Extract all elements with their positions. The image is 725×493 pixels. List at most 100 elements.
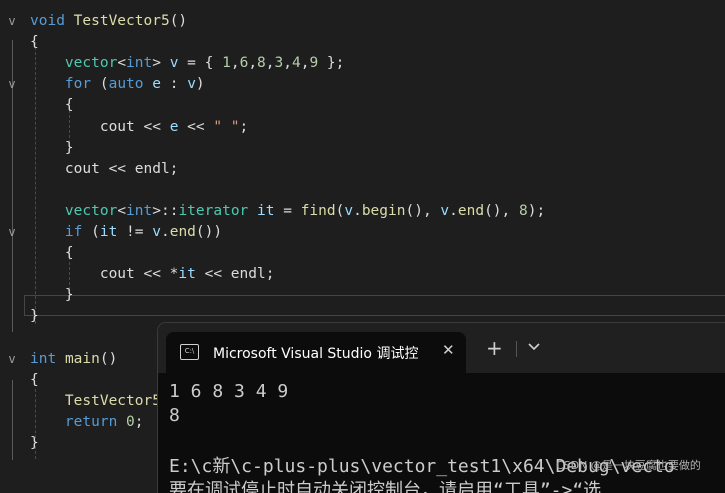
code-token: 0 [126,413,135,430]
fold-toggle-icon[interactable] [0,201,24,222]
code-text: } [30,433,39,454]
code-line[interactable]: vector<int>::iterator it = find(v.begin(… [0,201,725,222]
fold-toggle-icon[interactable] [0,412,24,433]
code-token: vector [64,202,118,219]
code-token: () [99,350,118,367]
code-token: (), [405,202,441,219]
code-text: int main() [30,349,117,370]
code-line[interactable]: { [0,32,725,53]
code-token: v [344,202,354,219]
code-token: e [152,76,161,93]
watermark: CSDN @是一块豆腐也要做的 [556,459,701,472]
code-text: vector<int>::iterator it = find(v.begin(… [30,201,545,222]
code-token: if [64,224,83,240]
fold-toggle-icon[interactable] [0,138,24,159]
fold-toggle-icon[interactable] [0,95,24,116]
code-line[interactable]: { [0,95,725,116]
code-text: { [30,243,74,264]
code-token: 3 [274,55,284,72]
code-line[interactable]: v if (it != v.end()) [0,222,725,243]
code-token: ); [527,202,546,219]
output-line: 1 6 8 3 4 9 [169,381,289,402]
code-token: ; [239,118,249,135]
terminal-tab[interactable]: C:\ Microsoft Visual Studio 调试控 ✕ [166,332,466,373]
fold-toggle-icon[interactable] [0,328,24,349]
code-token: 4 [291,55,301,72]
code-line[interactable]: cout << e << " "; [0,117,725,138]
code-token: . [160,224,170,240]
code-token: , [230,55,240,72]
code-token: } [30,287,74,304]
code-text: cout << *it << endl; [30,264,275,285]
code-line[interactable]: } [0,138,725,159]
code-line[interactable]: vector<int> v = { 1,6,8,3,4,9 }; [0,53,725,74]
fold-toggle-icon[interactable]: v [0,349,24,370]
code-line[interactable]: { [0,243,725,264]
code-token: > [152,55,170,72]
code-text: cout << e << " "; [30,117,248,138]
code-token: end [457,202,485,219]
code-token: TestVector5 [64,392,161,409]
code-token: << [178,118,214,135]
code-line[interactable]: v for (auto e : v) [0,74,725,95]
code-line[interactable]: cout << endl; [0,159,725,180]
code-token: ) [195,76,205,93]
fold-toggle-icon[interactable] [0,117,24,138]
code-token: int [126,55,153,72]
code-text: vector<int> v = { 1,6,8,3,4,9 }; [30,53,344,74]
code-token: ( [82,224,100,240]
fold-toggle-icon[interactable] [0,159,24,180]
close-tab-icon[interactable]: ✕ [442,341,455,359]
code-token: cout << endl; [30,160,179,177]
fold-toggle-icon[interactable] [0,180,24,201]
terminal-tab-bar: C:\ Microsoft Visual Studio 调试控 ✕ + [158,323,725,373]
code-token: } [30,308,39,325]
code-token: . [449,202,458,219]
code-token: = [274,202,301,219]
output-line: 8 [169,405,180,426]
fold-toggle-icon[interactable] [0,243,24,264]
code-token: " " [213,118,240,135]
fold-toggle-icon[interactable] [0,53,24,74]
code-token: : [160,76,188,93]
code-token: int [30,350,57,367]
code-token: it [178,266,196,283]
fold-toggle-icon[interactable]: v [0,11,24,32]
fold-toggle-icon[interactable]: v [0,222,24,243]
code-text: cout << endl; [30,159,179,180]
code-token: >:: [152,202,179,219]
code-token: = { [178,55,223,72]
code-token: , [265,55,275,72]
code-text: { [30,95,74,116]
code-token: 8 [257,55,266,72]
fold-toggle-icon[interactable] [0,32,24,53]
fold-toggle-icon[interactable]: v [0,74,24,95]
code-token: < [117,55,127,72]
code-text: void TestVector5() [30,11,187,32]
code-token: int [126,202,153,219]
terminal-output[interactable]: 1 6 8 3 4 9 8 E:\c新\c-plus-plus\vector_t… [158,373,725,493]
fold-toggle-icon[interactable] [0,306,24,327]
fold-toggle-icon[interactable] [0,370,24,391]
code-token: , [283,55,292,72]
code-text: { [30,32,39,53]
code-token: 8 [519,202,528,219]
fold-toggle-icon[interactable] [0,285,24,306]
code-line[interactable]: } [0,285,725,306]
code-line[interactable] [0,180,725,201]
code-token: ; [134,413,144,430]
fold-toggle-icon[interactable] [0,433,24,454]
code-text: for (auto e : v) [30,74,205,95]
chevron-down-icon[interactable] [526,340,542,354]
console-icon: C:\ [180,344,199,360]
new-tab-icon[interactable]: + [486,338,503,358]
fold-toggle-icon[interactable] [0,391,24,412]
code-line[interactable]: v void TestVector5() [0,11,725,32]
code-token: iterator [178,202,249,219]
code-line[interactable]: cout << *it << endl; [0,264,725,285]
fold-toggle-icon[interactable] [0,264,24,285]
